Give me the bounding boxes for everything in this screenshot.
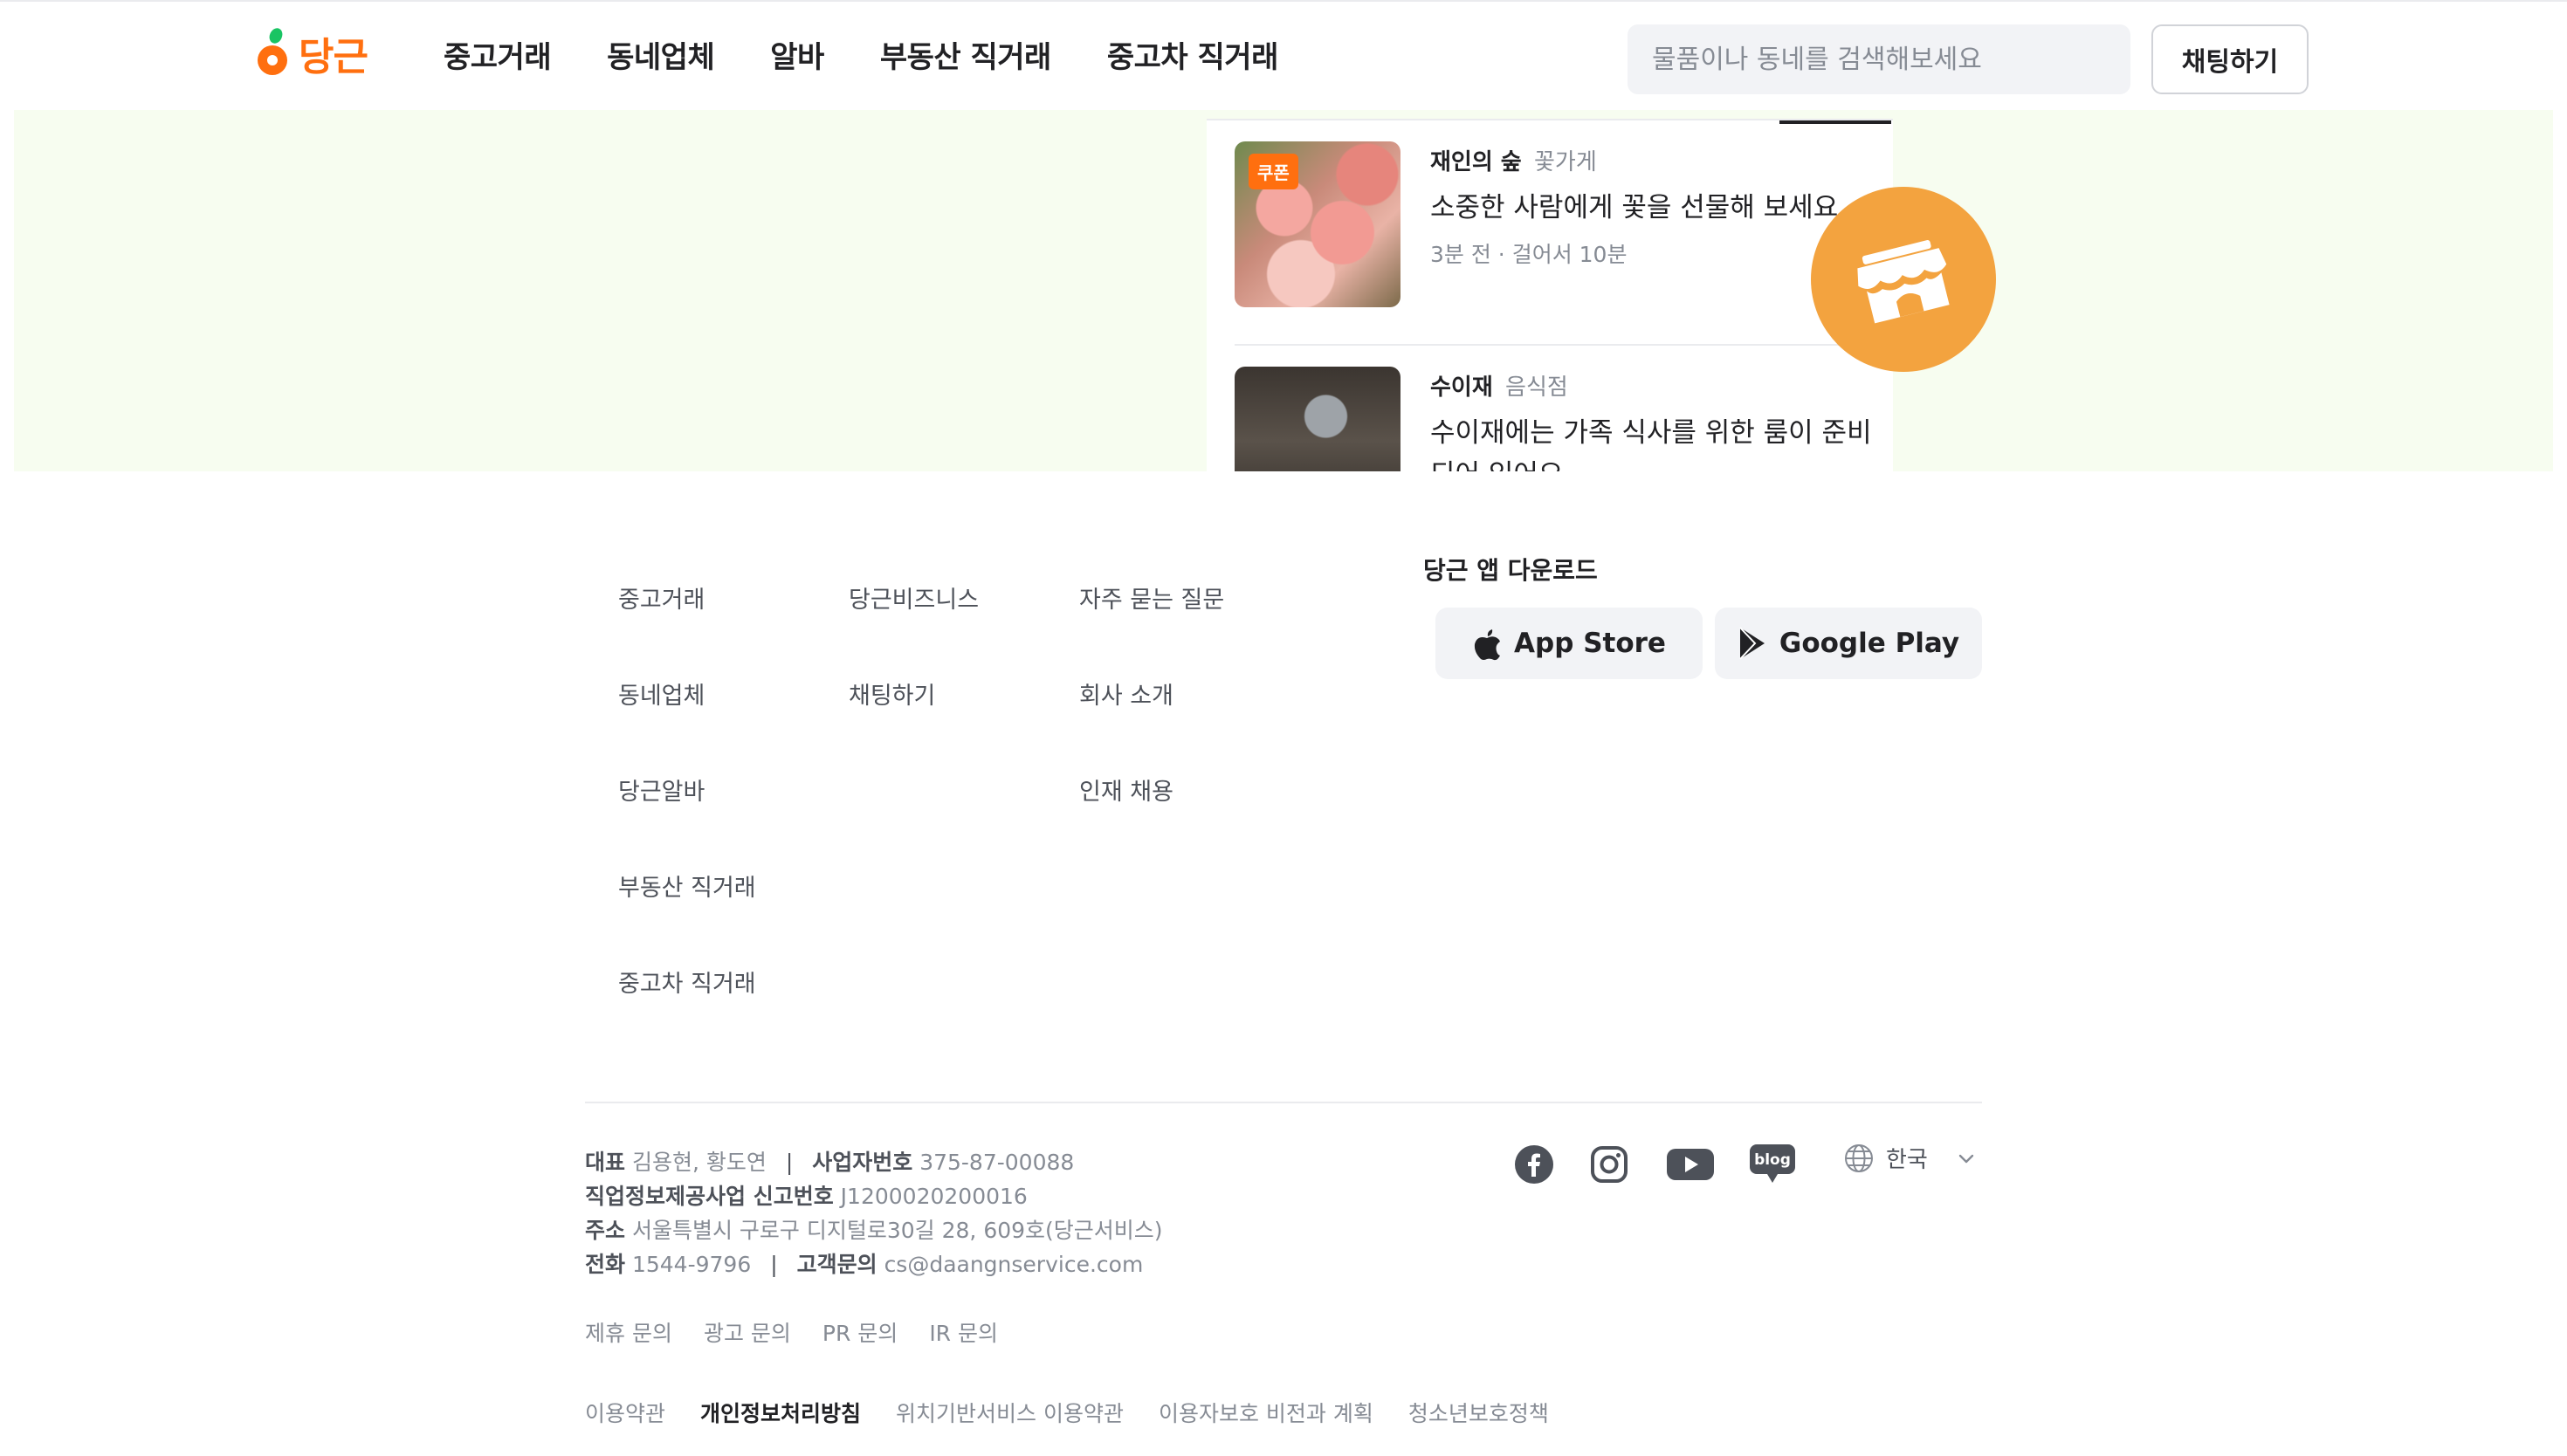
inquiry-partnership-link[interactable]: 제휴 문의 [585, 1316, 672, 1348]
footer-link[interactable]: 동네업체 [618, 655, 756, 751]
inquiry-links: 제휴 문의 광고 문의 PR 문의 IR 문의 [585, 1316, 998, 1348]
store-category: 음식점 [1505, 374, 1568, 401]
daangn-logo[interactable]: 당근 [257, 23, 368, 84]
store-description: 소중한 사람에게 꽃을 선물해 보세요. [1430, 192, 1848, 223]
main-nav: 중고거래 동네업체 알바 부동산 직거래 중고차 직거래 [444, 31, 1334, 84]
app-download-title: 당근 앱 다운로드 [1423, 556, 1598, 585]
store-description: 수이재에는 가족 식사를 위한 룸이 준비되어 있어요. [1430, 417, 1872, 471]
phone-value: 1544-9796 [631, 1252, 752, 1277]
app-store-label: App Store [1514, 628, 1666, 659]
footer-link[interactable]: 부동산 직거래 [618, 847, 756, 943]
google-play-label: Google Play [1779, 628, 1960, 659]
footer-column-services: 중고거래 동네업체 당근알바 부동산 직거래 중고차 직거래 [618, 559, 756, 1039]
phone-label: 전화 [585, 1252, 626, 1277]
biz-no-label: 사업자번호 [812, 1150, 913, 1175]
apple-icon [1474, 629, 1501, 661]
logo-text: 당근 [299, 35, 368, 79]
footer-link[interactable]: 채팅하기 [849, 655, 979, 751]
company-info-line: 직업정보제공사업 신고번호 J1200020200016 [585, 1179, 1163, 1213]
google-play-icon [1739, 627, 1765, 660]
youtube-icon[interactable] [1664, 1140, 1717, 1189]
footer-column-company: 자주 묻는 질문 회사 소개 인재 채용 [1079, 559, 1224, 847]
cs-label: 고객문의 [796, 1252, 877, 1277]
nav-real-estate[interactable]: 부동산 직거래 [880, 31, 1052, 84]
chevron-down-icon [1958, 1154, 1974, 1163]
blog-icon[interactable]: blog [1748, 1140, 1797, 1189]
terms-link[interactable]: 이용약관 [585, 1397, 665, 1428]
globe-icon [1845, 1144, 1873, 1172]
footer-link[interactable]: 중고거래 [618, 559, 756, 655]
store-thumbnail: 쿠폰 [1235, 141, 1400, 307]
store-card[interactable]: 수이재 음식점 수이재에는 가족 식사를 위한 룸이 준비되어 있어요. [1235, 367, 1893, 471]
address-value: 서울특별시 구로구 디지털로30길 28, 609호(당근서비스) [631, 1218, 1163, 1243]
chat-button[interactable]: 채팅하기 [2151, 24, 2309, 94]
user-protection-link[interactable]: 이용자보호 비전과 계획 [1159, 1397, 1373, 1428]
separator: | [785, 1150, 794, 1175]
company-info-line: 전화 1544-9796 | 고객문의 cs@daangnservice.com [585, 1247, 1163, 1281]
footer-link[interactable]: 인재 채용 [1079, 751, 1224, 847]
job-info-value: J1200020200016 [840, 1184, 1028, 1209]
inquiry-ir-link[interactable]: IR 문의 [929, 1316, 998, 1348]
address-label: 주소 [585, 1218, 626, 1243]
nav-used-cars[interactable]: 중고차 직거래 [1107, 31, 1279, 84]
store-category: 꽃가게 [1534, 149, 1597, 175]
company-info-line: 대표 김용현, 황도연 | 사업자번호 375-87-00088 [585, 1145, 1163, 1179]
ceo-label: 대표 [585, 1150, 626, 1175]
location-terms-link[interactable]: 위치기반서비스 이용약관 [896, 1397, 1124, 1428]
search-input[interactable] [1628, 24, 2130, 94]
top-navigation-bar: 당근 중고거래 동네업체 알바 부동산 직거래 중고차 직거래 채팅하기 [0, 0, 2567, 110]
footer-link[interactable]: 중고차 직거래 [618, 943, 756, 1039]
footer-column-business: 당근비즈니스 채팅하기 [849, 559, 979, 751]
store-name: 재인의 숲 [1430, 149, 1522, 175]
cs-email[interactable]: cs@daangnservice.com [884, 1252, 1144, 1277]
carrot-logo-icon [258, 28, 287, 75]
separator: | [770, 1252, 778, 1277]
nav-used-goods[interactable]: 중고거래 [444, 31, 552, 84]
job-info-label: 직업정보제공사업 신고번호 [585, 1184, 834, 1209]
company-info-line: 주소 서울특별시 구로구 디지털로30길 28, 609호(당근서비스) [585, 1213, 1163, 1247]
footer-link[interactable]: 당근알바 [618, 751, 756, 847]
app-store-button[interactable]: App Store [1435, 608, 1703, 679]
inquiry-pr-link[interactable]: PR 문의 [822, 1316, 898, 1348]
footer-link[interactable]: 자주 묻는 질문 [1079, 559, 1224, 655]
footer-link[interactable]: 당근비즈니스 [849, 559, 979, 655]
biz-no-value: 375-87-00088 [919, 1150, 1075, 1175]
company-info: 대표 김용현, 황도연 | 사업자번호 375-87-00088 직업정보제공사… [585, 1145, 1163, 1281]
nav-local-business[interactable]: 동네업체 [607, 31, 715, 84]
language-selector[interactable]: 한국 [1844, 1142, 1977, 1174]
store-card-body: 수이재 음식점 수이재에는 가족 식사를 위한 룸이 준비되어 있어요. [1430, 367, 1884, 471]
store-title-row: 수이재 음식점 [1430, 372, 1884, 403]
hero-section: 쿠폰 재인의 숲 꽃가게 소중한 사람에게 꽃을 선물해 보세요. 3분 전 ·… [14, 108, 2553, 471]
nav-jobs[interactable]: 알바 [770, 31, 824, 84]
policy-links: 이용약관 개인정보처리방침 위치기반서비스 이용약관 이용자보호 비전과 계획 … [585, 1397, 1549, 1428]
privacy-policy-link[interactable]: 개인정보처리방침 [700, 1397, 861, 1428]
youth-policy-link[interactable]: 청소년보호정책 [1408, 1397, 1549, 1428]
store-card[interactable]: 쿠폰 재인의 숲 꽃가게 소중한 사람에게 꽃을 선물해 보세요. 3분 전 ·… [1235, 141, 1893, 333]
card-divider [1235, 344, 1872, 346]
facebook-icon[interactable] [1512, 1140, 1556, 1189]
local-store-panel: 쿠폰 재인의 숲 꽃가게 소중한 사람에게 꽃을 선물해 보세요. 3분 전 ·… [1207, 119, 1893, 471]
storefront-badge-icon [1811, 187, 1996, 372]
store-thumbnail [1235, 367, 1400, 471]
footer-link[interactable]: 회사 소개 [1079, 655, 1224, 751]
svg-text:blog: blog [1754, 1151, 1791, 1169]
store-name: 수이재 [1430, 374, 1493, 401]
google-play-button[interactable]: Google Play [1715, 608, 1982, 679]
ceo-value: 김용현, 황도연 [631, 1150, 767, 1175]
inquiry-ad-link[interactable]: 광고 문의 [704, 1316, 791, 1348]
language-label: 한국 [1886, 1147, 1928, 1173]
footer-divider [585, 1102, 1982, 1103]
store-title-row: 재인의 숲 꽃가게 [1430, 147, 1884, 178]
panel-tab-indicator [1779, 120, 1891, 124]
coupon-badge: 쿠폰 [1249, 154, 1298, 189]
instagram-icon[interactable] [1587, 1140, 1631, 1189]
